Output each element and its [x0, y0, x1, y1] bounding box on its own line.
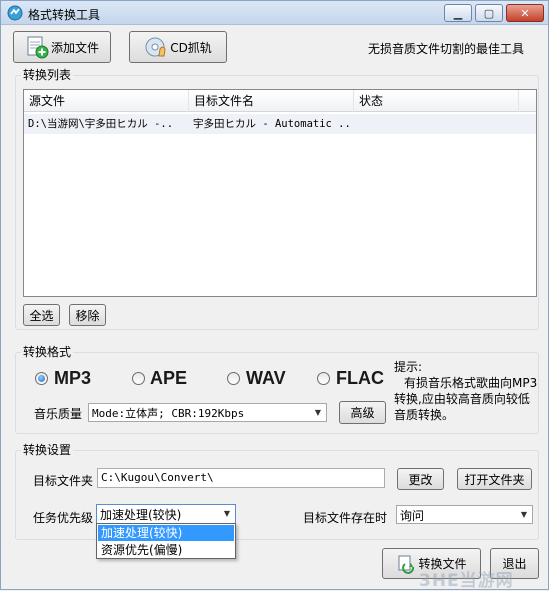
- settings-group: [15, 450, 539, 540]
- open-folder-button[interactable]: 打开文件夹: [457, 468, 532, 490]
- advanced-button[interactable]: 高级: [339, 401, 386, 424]
- priority-label: 任务优先级: [33, 511, 94, 525]
- exists-select[interactable]: 询问 ▼: [396, 505, 533, 524]
- file-list[interactable]: 源文件 目标文件名 状态 D:\当游网\宇多田ヒカル -.. 宇多田ヒカル - …: [23, 89, 537, 297]
- radio-ape[interactable]: [132, 372, 145, 385]
- priority-option-resource[interactable]: 资源优先(偏慢): [98, 542, 234, 558]
- radio-mp3-label[interactable]: MP3: [54, 368, 91, 389]
- app-icon: [7, 5, 23, 21]
- settings-group-label: 转换设置: [21, 441, 74, 458]
- convert-icon: [398, 555, 415, 574]
- priority-option-fast[interactable]: 加速处理(较快): [98, 525, 234, 541]
- cd-disc-icon: [145, 37, 166, 57]
- add-file-label: 添加文件: [50, 40, 99, 55]
- radio-ape-label[interactable]: APE: [150, 368, 187, 389]
- hint-line-1: 有损音乐格式歌曲向MP3: [404, 376, 538, 390]
- table-row[interactable]: D:\当游网\宇多田ヒカル -.. 宇多田ヒカル - Automatic ..: [24, 114, 536, 134]
- hint-line-2: 转换,应由较高音质向较低: [394, 392, 530, 406]
- format-group-label: 转换格式: [21, 343, 74, 360]
- change-folder-button[interactable]: 更改: [397, 468, 444, 490]
- chevron-down-icon: ▼: [223, 509, 231, 518]
- exists-value: 询问: [400, 509, 425, 523]
- add-file-button[interactable]: 添加文件: [13, 31, 111, 63]
- radio-wav-label[interactable]: WAV: [246, 368, 286, 389]
- column-source[interactable]: 源文件: [24, 90, 189, 112]
- title-bar[interactable]: 格式转换工具 ▁ ▢ ✕: [1, 1, 548, 25]
- window-title: 格式转换工具: [28, 8, 101, 22]
- select-all-button[interactable]: 全选: [23, 304, 60, 326]
- radio-flac-label[interactable]: FLAC: [336, 368, 384, 389]
- file-list-header: 源文件 目标文件名 状态: [24, 90, 536, 112]
- cd-rip-label: CD抓轨: [170, 40, 212, 55]
- priority-value: 加速处理(较快): [100, 508, 182, 522]
- hint-title: 提示:: [394, 360, 423, 374]
- row-status: [354, 114, 519, 134]
- quality-value: Mode:立体声; CBR:192Kbps: [92, 407, 245, 420]
- watermark-logo: 3HE当游网: [419, 571, 514, 591]
- chevron-down-icon: ▼: [520, 510, 528, 519]
- row-target: 宇多田ヒカル - Automatic ..: [193, 118, 351, 130]
- priority-dropdown-list[interactable]: 加速处理(较快) 资源优先(偏慢): [96, 523, 236, 559]
- target-folder-label: 目标文件夹: [33, 474, 94, 488]
- column-status[interactable]: 状态: [354, 90, 519, 112]
- radio-mp3[interactable]: [35, 372, 48, 385]
- target-folder-input[interactable]: C:\Kugou\Convert\: [97, 468, 385, 488]
- hint-line-3: 音质转换。: [394, 408, 455, 422]
- cd-rip-button[interactable]: CD抓轨: [129, 31, 227, 63]
- minimize-button[interactable]: ▁: [444, 4, 472, 22]
- row-source: D:\当游网\宇多田ヒカル -..: [28, 118, 174, 130]
- maximize-button[interactable]: ▢: [475, 4, 503, 22]
- add-file-icon: [27, 36, 49, 59]
- exists-label: 目标文件存在时: [303, 511, 388, 525]
- radio-flac[interactable]: [317, 372, 330, 385]
- chevron-down-icon: ▼: [314, 408, 322, 417]
- close-button[interactable]: ✕: [506, 4, 544, 22]
- radio-wav[interactable]: [227, 372, 240, 385]
- column-target[interactable]: 目标文件名: [189, 90, 354, 112]
- convert-list-label: 转换列表: [21, 66, 74, 83]
- remove-button[interactable]: 移除: [69, 304, 106, 326]
- target-folder-value: C:\Kugou\Convert\: [101, 471, 214, 484]
- converter-window: 格式转换工具 ▁ ▢ ✕ 添加文件 CD抓轨 无损音质文件切割的最佳工具 转换列…: [0, 0, 549, 591]
- quality-label: 音乐质量: [34, 407, 83, 421]
- quality-select[interactable]: Mode:立体声; CBR:192Kbps ▼: [88, 403, 327, 422]
- slogan-text: 无损音质文件切割的最佳工具: [368, 42, 525, 56]
- priority-select[interactable]: 加速处理(较快) ▼: [96, 504, 236, 524]
